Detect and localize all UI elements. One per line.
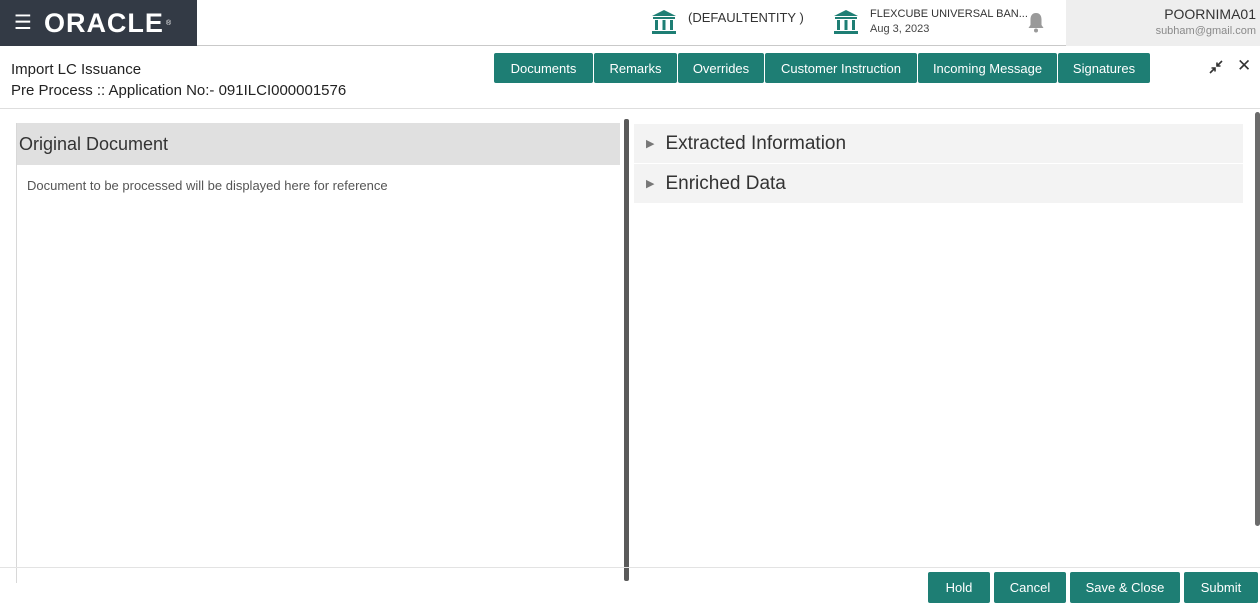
page-title: Import LC Issuance	[11, 61, 142, 78]
oracle-logo: ORACLE	[43, 7, 164, 38]
entity-selector[interactable]: (DEFAULTENTITY )	[650, 8, 804, 36]
save-close-button[interactable]: Save & Close	[1070, 572, 1180, 603]
footer-actions: Hold Cancel Save & Close Submit	[924, 572, 1258, 603]
user-name: POORNIMA01	[1164, 6, 1256, 22]
scrollbar[interactable]	[1255, 112, 1260, 526]
accordion-enriched-data[interactable]: ▶ Enriched Data	[634, 164, 1243, 204]
tab-remarks[interactable]: Remarks	[594, 53, 677, 83]
cancel-button[interactable]: Cancel	[994, 572, 1066, 603]
caret-right-icon: ▶	[646, 178, 655, 190]
panel-title: Original Document	[17, 123, 620, 165]
page-header: Import LC Issuance Pre Process :: Applic…	[0, 46, 1260, 109]
page-subtitle: Pre Process :: Application No:- 091ILCI0…	[11, 82, 347, 99]
panel-description: Document to be processed will be display…	[27, 178, 388, 193]
tab-incoming-message[interactable]: Incoming Message	[918, 53, 1057, 83]
registered-mark: ®	[165, 19, 172, 27]
hamburger-icon[interactable]: ☰	[14, 13, 32, 33]
panel-splitter[interactable]	[624, 119, 629, 581]
bell-icon[interactable]	[1024, 10, 1048, 34]
submit-button[interactable]: Submit	[1184, 572, 1258, 603]
minimize-icon[interactable]	[1208, 59, 1224, 75]
hold-button[interactable]: Hold	[928, 572, 990, 603]
footer-divider	[0, 567, 1260, 568]
user-email: subham@gmail.com	[1155, 25, 1256, 37]
tab-documents[interactable]: Documents	[494, 53, 593, 83]
bank-icon	[652, 10, 676, 34]
branch-date: Aug 3, 2023	[870, 23, 930, 35]
bank-icon	[834, 10, 858, 34]
action-tabs: Documents Remarks Overrides Customer Ins…	[494, 53, 1151, 83]
branch-selector[interactable]: FLEXCUBE UNIVERSAL BAN... Aug 3, 2023	[832, 8, 1028, 36]
branch-name: FLEXCUBE UNIVERSAL BAN...	[870, 8, 1028, 20]
user-menu[interactable]: POORNIMA01 subham@gmail.com	[1066, 0, 1260, 46]
accordion-label: Extracted Information	[665, 132, 847, 154]
top-header: ☰ ORACLE ® (DEFAULTENTITY ) FLEXCUBE UNIV…	[0, 0, 1260, 46]
close-icon[interactable]: ✕	[1237, 56, 1251, 76]
original-document-panel: Original Document Document to be process…	[16, 123, 620, 583]
branch-info: FLEXCUBE UNIVERSAL BAN... Aug 3, 2023	[870, 8, 1028, 35]
tab-customer-instruction[interactable]: Customer Instruction	[765, 53, 917, 83]
tab-overrides[interactable]: Overrides	[678, 53, 764, 83]
accordion-label: Enriched Data	[665, 172, 786, 194]
brand-bar: ☰ ORACLE ®	[0, 0, 197, 46]
details-panel: ▶ Extracted Information ▶ Enriched Data	[634, 124, 1243, 204]
tab-signatures[interactable]: Signatures	[1058, 53, 1150, 83]
caret-right-icon: ▶	[646, 138, 655, 150]
accordion-extracted-information[interactable]: ▶ Extracted Information	[634, 124, 1243, 164]
entity-label: (DEFAULTENTITY )	[688, 10, 804, 25]
